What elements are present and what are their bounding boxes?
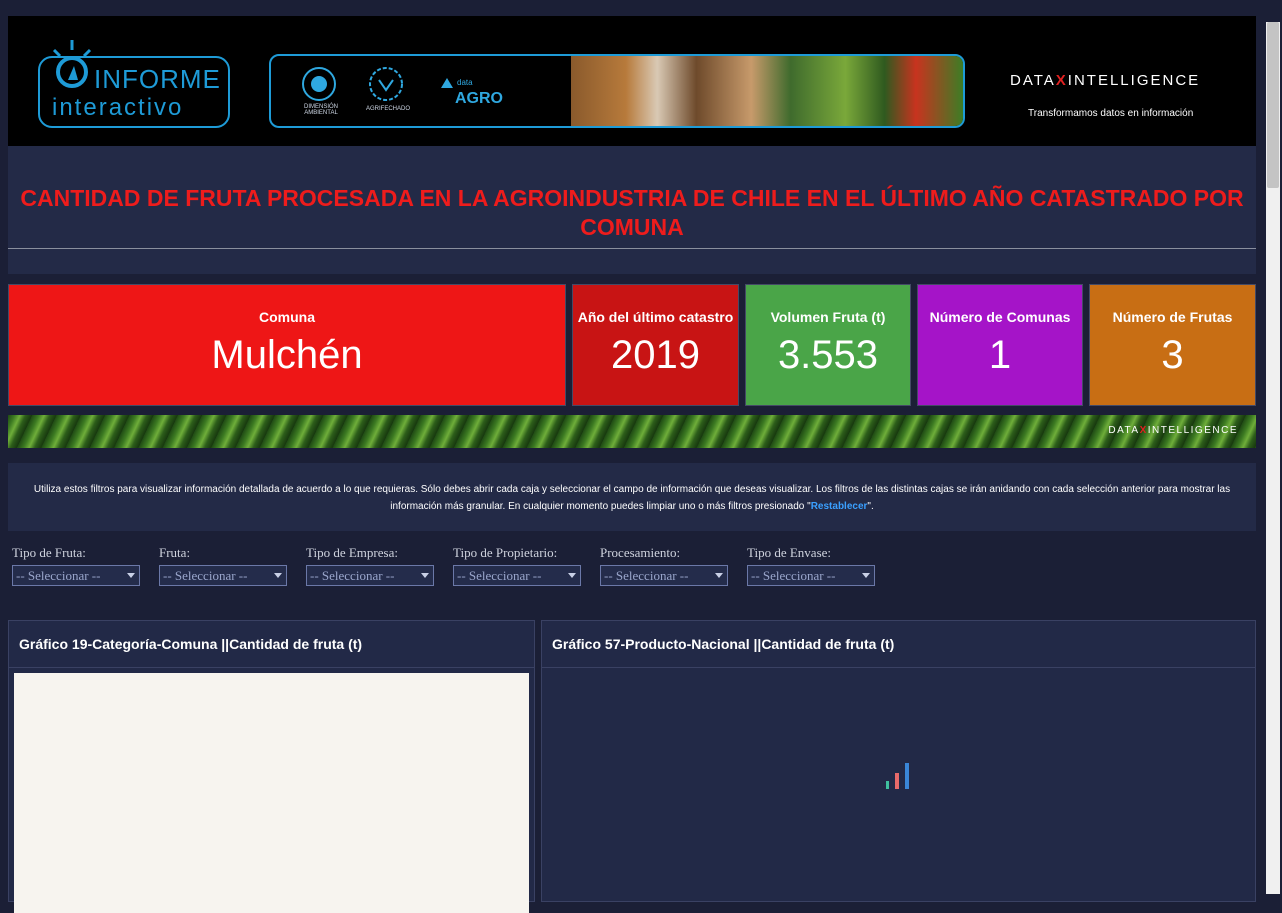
- leaves-logo-left: DATA: [1108, 425, 1140, 436]
- chevron-down-icon: [127, 573, 135, 578]
- loading-icon: [885, 761, 911, 796]
- kpi-value: 3.553: [777, 333, 879, 377]
- chevron-down-icon: [421, 573, 429, 578]
- partner-banner: DIMENSIÓN AMBIENTAL AGRIFECHADO data AGR…: [269, 54, 965, 128]
- di-logo-x-icon: X: [1055, 72, 1068, 89]
- tipo-fruta-select[interactable]: -- Seleccionar --: [12, 565, 140, 586]
- kpi-value: 2019: [611, 333, 700, 377]
- filter-tipo-envase: Tipo de Envase: -- Seleccionar --: [747, 545, 877, 586]
- leaves-di-logo: DATAXINTELLIGENCE: [1108, 425, 1238, 436]
- dimension-ambiental-label: DIMENSIÓN AMBIENTAL: [303, 104, 338, 116]
- title-divider: [8, 248, 1256, 249]
- chart-area: [14, 673, 529, 913]
- leaves-logo-right: INTELLIGENCE: [1147, 425, 1238, 436]
- panel-title: Gráfico 19-Categoría-Comuna ||Cantidad d…: [9, 621, 534, 668]
- filter-procesamiento: Procesamiento: -- Seleccionar --: [600, 545, 730, 586]
- page-title: CANTIDAD DE FRUTA PROCESADA EN LA AGROIN…: [20, 185, 1244, 240]
- filter-label: Tipo de Fruta:: [12, 545, 86, 560]
- tipo-empresa-select[interactable]: -- Seleccionar --: [306, 565, 434, 586]
- fruta-select[interactable]: -- Seleccionar --: [159, 565, 287, 586]
- kpi-label: Volumen Fruta (t): [770, 309, 886, 325]
- kpi-card-year: Año del último catastro 2019: [572, 284, 739, 406]
- filter-bar: Tipo de Fruta: -- Seleccionar -- Fruta: …: [12, 545, 1012, 589]
- select-value: -- Seleccionar --: [751, 568, 836, 583]
- di-logo-right: INTELLIGENCE: [1067, 72, 1201, 89]
- kpi-row: Comuna Mulchén Año del último catastro 2…: [8, 284, 1256, 406]
- select-value: -- Seleccionar --: [457, 568, 542, 583]
- filter-label: Fruta:: [159, 545, 191, 560]
- kpi-card-comunas: Número de Comunas 1: [917, 284, 1083, 406]
- panel-title: Gráfico 57-Producto-Nacional ||Cantidad …: [542, 621, 1255, 668]
- kpi-label: Número de Comunas: [929, 309, 1071, 325]
- chevron-down-icon: [274, 573, 282, 578]
- page: INFORME interactivo DIMENSIÓN AMBIENTAL …: [8, 16, 1256, 913]
- filter-label: Tipo de Empresa:: [306, 545, 398, 560]
- chart-panel-categoria-comuna: Gráfico 19-Categoría-Comuna ||Cantidad d…: [8, 620, 535, 913]
- kpi-value: 3: [1161, 333, 1184, 377]
- informe-logo-line1: INFORME: [94, 64, 221, 94]
- filter-tipo-empresa: Tipo de Empresa: -- Seleccionar --: [306, 545, 436, 586]
- kpi-card-comuna: Comuna Mulchén: [8, 284, 566, 406]
- dataagro-small-text: data: [457, 78, 473, 87]
- kpi-label: Comuna: [259, 309, 315, 325]
- leaves-logo-x-icon: X: [1139, 425, 1148, 436]
- select-value: -- Seleccionar --: [604, 568, 689, 583]
- data-intelligence-tagline: Transformamos datos en información: [1028, 108, 1194, 119]
- filter-label: Tipo de Propietario:: [453, 545, 558, 560]
- kpi-card-frutas: Número de Frutas 3: [1089, 284, 1256, 406]
- chevron-down-icon: [568, 573, 576, 578]
- kpi-label: Número de Frutas: [1112, 309, 1233, 325]
- filter-tipo-fruta: Tipo de Fruta: -- Seleccionar --: [12, 545, 142, 586]
- informe-interactivo-logo: INFORME interactivo: [38, 36, 230, 128]
- filter-label: Procesamiento:: [600, 545, 681, 560]
- select-value: -- Seleccionar --: [310, 568, 395, 583]
- page-scrollbar[interactable]: [1262, 16, 1282, 894]
- filter-fruta: Fruta: -- Seleccionar --: [159, 545, 289, 586]
- kpi-value: Mulchén: [211, 333, 363, 377]
- instructions-text: Utiliza estos filtros para visualizar in…: [33, 484, 1231, 512]
- reset-link[interactable]: Restablecer: [811, 501, 868, 512]
- tipo-envase-select[interactable]: -- Seleccionar --: [747, 565, 875, 586]
- agrifechado-label: AGRIFECHADO: [366, 106, 411, 112]
- procesamiento-select[interactable]: -- Seleccionar --: [600, 565, 728, 586]
- chart-panel-producto-nacional: Gráfico 57-Producto-Nacional ||Cantidad …: [541, 620, 1256, 902]
- partner-logos: DIMENSIÓN AMBIENTAL AGRIFECHADO data AGR…: [271, 56, 571, 126]
- filter-label: Tipo de Envase:: [747, 545, 832, 560]
- instructions-tail: ".: [867, 501, 874, 512]
- chevron-down-icon: [862, 573, 870, 578]
- kpi-value: 1: [988, 333, 1012, 377]
- leaves-banner: DATAXINTELLIGENCE: [8, 415, 1256, 448]
- data-intelligence-logo: DATAXINTELLIGENCE: [1010, 72, 1200, 89]
- kpi-label: Año del último catastro: [577, 309, 734, 325]
- scroll-thumb[interactable]: [1267, 22, 1279, 188]
- di-logo-left: DATA: [1010, 72, 1056, 89]
- informe-logo-line2: interactivo: [52, 94, 184, 121]
- filter-instructions: Utiliza estos filtros para visualizar in…: [8, 463, 1256, 531]
- header-banner: INFORME interactivo DIMENSIÓN AMBIENTAL …: [8, 16, 1256, 146]
- dataagro-logo-text: AGRO: [455, 90, 503, 107]
- chevron-down-icon: [715, 573, 723, 578]
- agriculture-photo-collage: [571, 56, 963, 126]
- title-panel: CANTIDAD DE FRUTA PROCESADA EN LA AGROIN…: [8, 146, 1256, 274]
- select-value: -- Seleccionar --: [163, 568, 248, 583]
- select-value: -- Seleccionar --: [16, 568, 101, 583]
- tipo-propietario-select[interactable]: -- Seleccionar --: [453, 565, 581, 586]
- kpi-card-volume: Volumen Fruta (t) 3.553: [745, 284, 911, 406]
- filter-tipo-propietario: Tipo de Propietario: -- Seleccionar --: [453, 545, 583, 586]
